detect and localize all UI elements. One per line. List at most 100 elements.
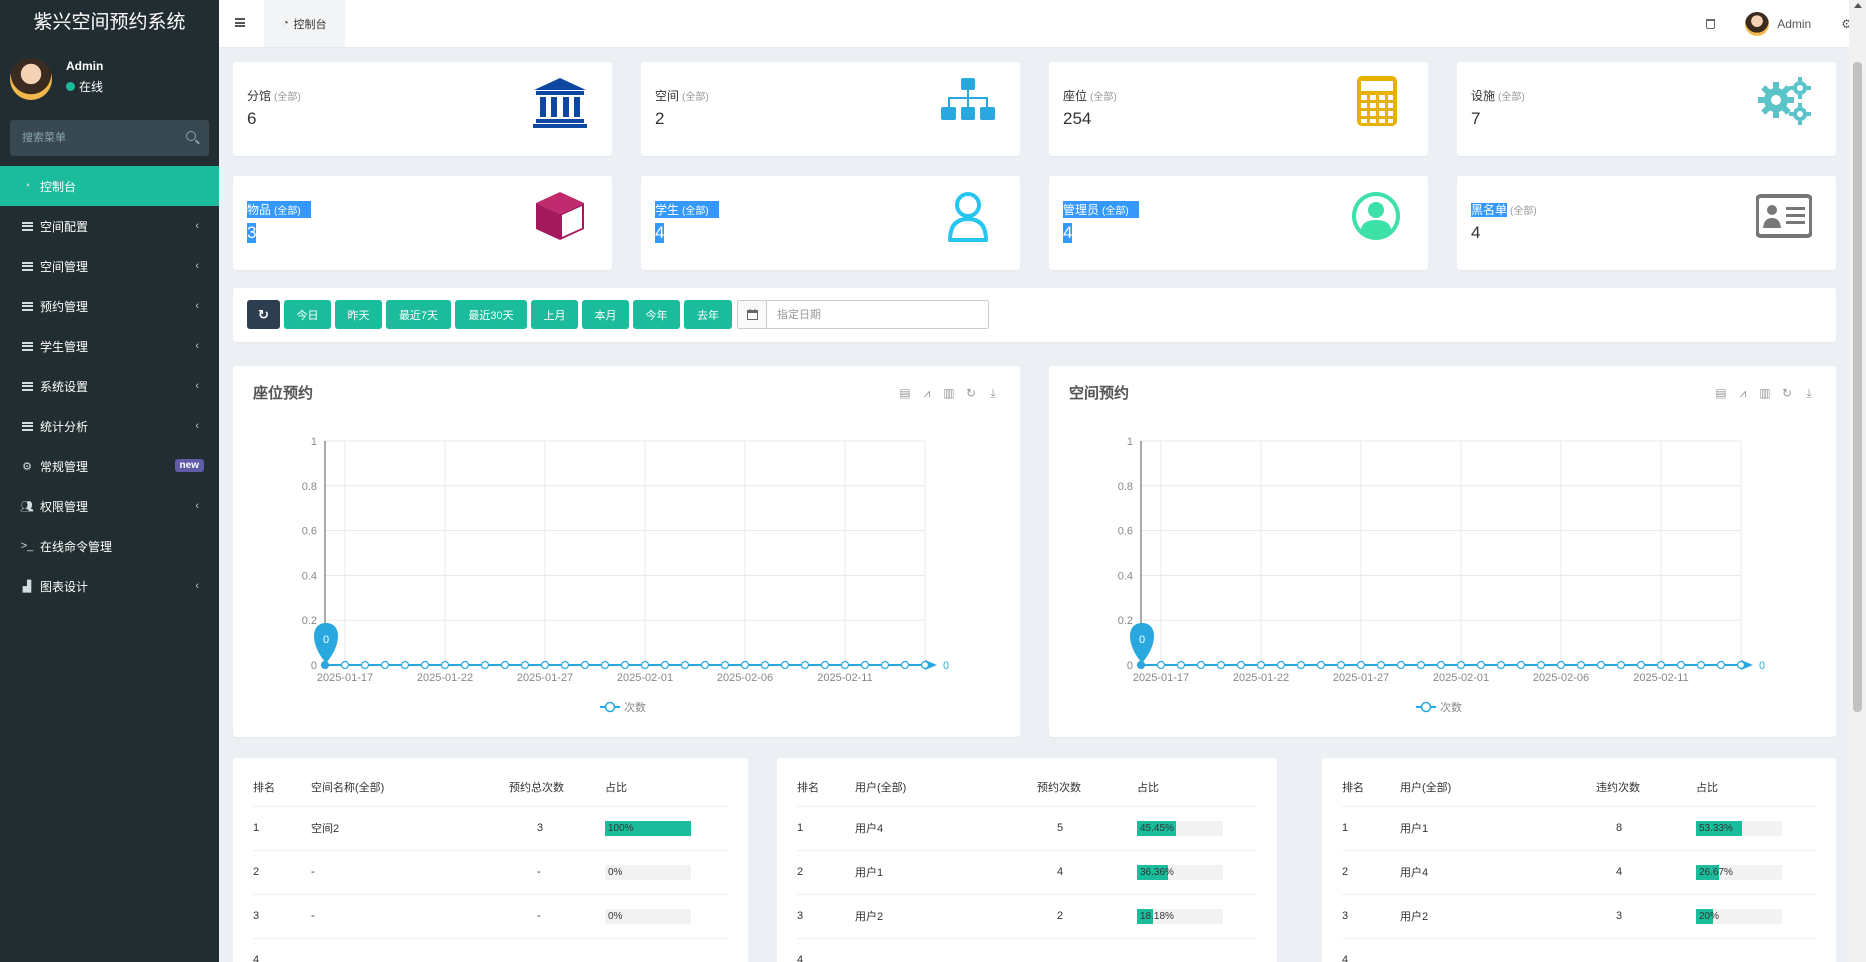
list-icon [20, 381, 34, 391]
chevron-left-icon: ‹ [195, 340, 199, 352]
stat-card-branches[interactable]: 分馆 (全部) 6 [233, 62, 612, 156]
data-point [520, 660, 530, 670]
space-ranking-card: 排名 空间名称(全部) 预约总次数 占比 1 空间2 3 100% 2- -0% 3- -0%… [233, 758, 748, 962]
space-booking-line-chart: 0 0.2 0.4 0.6 0.8 1 2025-01-17 2025-01-22 2025-0… [1118, 436, 1765, 714]
stat-card-items[interactable]: 物品 (全部) 3 [233, 176, 612, 270]
filter-last-year-button[interactable]: 去年 [684, 300, 732, 329]
navbar-right: Admin ⚙ [1706, 0, 1866, 48]
bar-chart-icon: ▟ [22, 580, 32, 593]
col-rank: 排名 [797, 768, 855, 807]
stat-value: 254 [1063, 109, 1092, 128]
app-title[interactable]: 紫兴空间预约系统 [0, 0, 219, 48]
table-header-row: 排名 用户(全部) 违约次数 占比 [1342, 768, 1816, 807]
data-point [1256, 660, 1266, 670]
col-count: 预约次数 [1037, 768, 1137, 807]
header-user-name[interactable]: Admin [1777, 17, 1811, 31]
gears-icon [1758, 77, 1811, 125]
data-point [480, 660, 490, 670]
stat-value: 7 [1471, 109, 1481, 128]
page-scrollbar[interactable] [1849, 0, 1866, 962]
sidebar-item-general[interactable]: ⚙ 常规管理 new [0, 446, 219, 486]
menu-search-input[interactable] [10, 120, 209, 156]
stat-card-facilities[interactable]: 设施 (全部) 7 [1457, 62, 1836, 156]
sidebar-item-system-settings[interactable]: 系统设置 ‹ [0, 366, 219, 406]
status-text: 在线 [79, 80, 104, 94]
users-icon: 👥︎ [20, 500, 34, 513]
x-tick-label: 2025-01-17 [1133, 672, 1189, 684]
sidebar-item-label: 权限管理 [40, 499, 89, 514]
search-icon[interactable] [186, 131, 196, 141]
y-tick-label: 0.8 [302, 481, 317, 493]
table-row: 2 用户1 4 36.36% [797, 850, 1257, 895]
stat-card-spaces[interactable]: 空间 (全部) 2 [641, 62, 1020, 156]
data-point [860, 660, 870, 670]
x-tick-label: 2025-01-22 [417, 672, 473, 684]
table-body: 1 用户4 5 45.45% 2 用户1 4 36.36% 3 用户2 2 18.18% 4 [797, 806, 1257, 962]
data-point [1216, 660, 1226, 670]
stat-card-seats[interactable]: 座位 (全部) 254 [1049, 62, 1428, 156]
data-point [1736, 660, 1746, 670]
chevron-left-icon: ‹ [195, 300, 199, 312]
filter-this-month-button[interactable]: 本月 [582, 300, 629, 329]
data-point [920, 660, 930, 670]
filter-yesterday-button[interactable]: 昨天 [335, 300, 382, 329]
table-row: 1 用户1 8 53.33% [1342, 806, 1816, 851]
refresh-button[interactable]: ↻ [247, 300, 280, 329]
top-navbar: ◔ 控制台 Admin ⚙ [219, 0, 1866, 48]
ratio-label: 0% [608, 910, 623, 922]
list-icon [20, 221, 34, 231]
chevron-left-icon: ‹ [195, 260, 199, 272]
chevron-left-icon: ‹ [195, 420, 199, 432]
ratio-progress-bar: 36.36% [1137, 864, 1223, 880]
data-point [1616, 660, 1626, 670]
sidebar-item-booking-manage[interactable]: 预约管理 ‹ [0, 286, 219, 326]
scroll-up-icon[interactable] [1854, 3, 1862, 8]
stat-card-blacklist[interactable]: 黑名单 (全部) 4 [1457, 176, 1836, 270]
sidebar-toggle-icon[interactable] [235, 18, 245, 27]
sidebar-item-permissions[interactable]: 👥︎ 权限管理 ‹ [0, 486, 219, 526]
y-tick-label: 0.4 [302, 570, 317, 582]
user-booking-ranking-card: 排名 用户(全部) 预约次数 占比 1 用户4 5 45.45% 2 用户1 4 36.36%… [777, 758, 1277, 962]
stat-card-admins[interactable]: 管理员 (全部) 4 [1049, 176, 1428, 270]
avatar[interactable] [1745, 12, 1770, 36]
new-badge: new [174, 459, 204, 472]
filter-today-button[interactable]: 今日 [284, 300, 331, 329]
tab-dashboard[interactable]: ◔ 控制台 [264, 0, 345, 47]
calendar-icon[interactable] [738, 301, 767, 328]
table-row: 1 空间2 3 100% [253, 806, 728, 851]
name-cell: 用户1 [855, 850, 1037, 895]
sidebar-item-space-config[interactable]: 空间配置 ‹ [0, 206, 219, 246]
sidebar-item-dashboard[interactable]: ◔ 控制台 [0, 166, 219, 206]
y-tick-label: 0.4 [1118, 570, 1133, 582]
y-tick-label: 0.6 [1118, 526, 1133, 538]
filter-last-month-button[interactable]: 上月 [531, 300, 578, 329]
filter-this-year-button[interactable]: 今年 [633, 300, 680, 329]
filter-last7-button[interactable]: 最近7天 [386, 300, 451, 329]
sidebar-item-statistics[interactable]: 统计分析 ‹ [0, 406, 219, 446]
table-row: 4 [1342, 938, 1816, 962]
ratio-label: 18.18% [1140, 910, 1174, 922]
sidebar-item-online-command[interactable]: >_ 在线命令管理 [0, 526, 219, 566]
sidebar-item-chart-design[interactable]: ▟ 图表设计 ‹ [0, 566, 219, 606]
filter-last30-button[interactable]: 最近30天 [455, 300, 527, 329]
user-violation-ranking-table: 排名 用户(全部) 违约次数 占比 1 用户1 8 53.33% 2 用户4 4 26.67%… [1342, 768, 1816, 962]
name-cell: - [311, 850, 509, 895]
x-tick-label: 2025-01-27 [1333, 672, 1389, 684]
table-row: 3- -0% [253, 894, 728, 939]
data-point [1396, 660, 1406, 670]
stat-value: 4 [1471, 223, 1481, 242]
data-point [720, 660, 730, 670]
cube-icon [536, 192, 584, 240]
sidebar-item-space-manage[interactable]: 空间管理 ‹ [0, 246, 219, 286]
sidebar-item-student-manage[interactable]: 学生管理 ‹ [0, 326, 219, 366]
date-picker [737, 300, 989, 329]
stat-label: 设施 (全部) [1471, 89, 1525, 103]
date-input[interactable] [767, 301, 987, 328]
online-dot-icon [66, 82, 75, 91]
trash-icon[interactable] [1706, 19, 1716, 29]
stat-card-students[interactable]: 学生 (全部) 4 [641, 176, 1020, 270]
data-point [580, 660, 590, 670]
scrollbar-thumb[interactable] [1853, 62, 1862, 712]
sidebar-item-label: 常规管理 [40, 459, 89, 474]
data-point [1176, 660, 1186, 670]
